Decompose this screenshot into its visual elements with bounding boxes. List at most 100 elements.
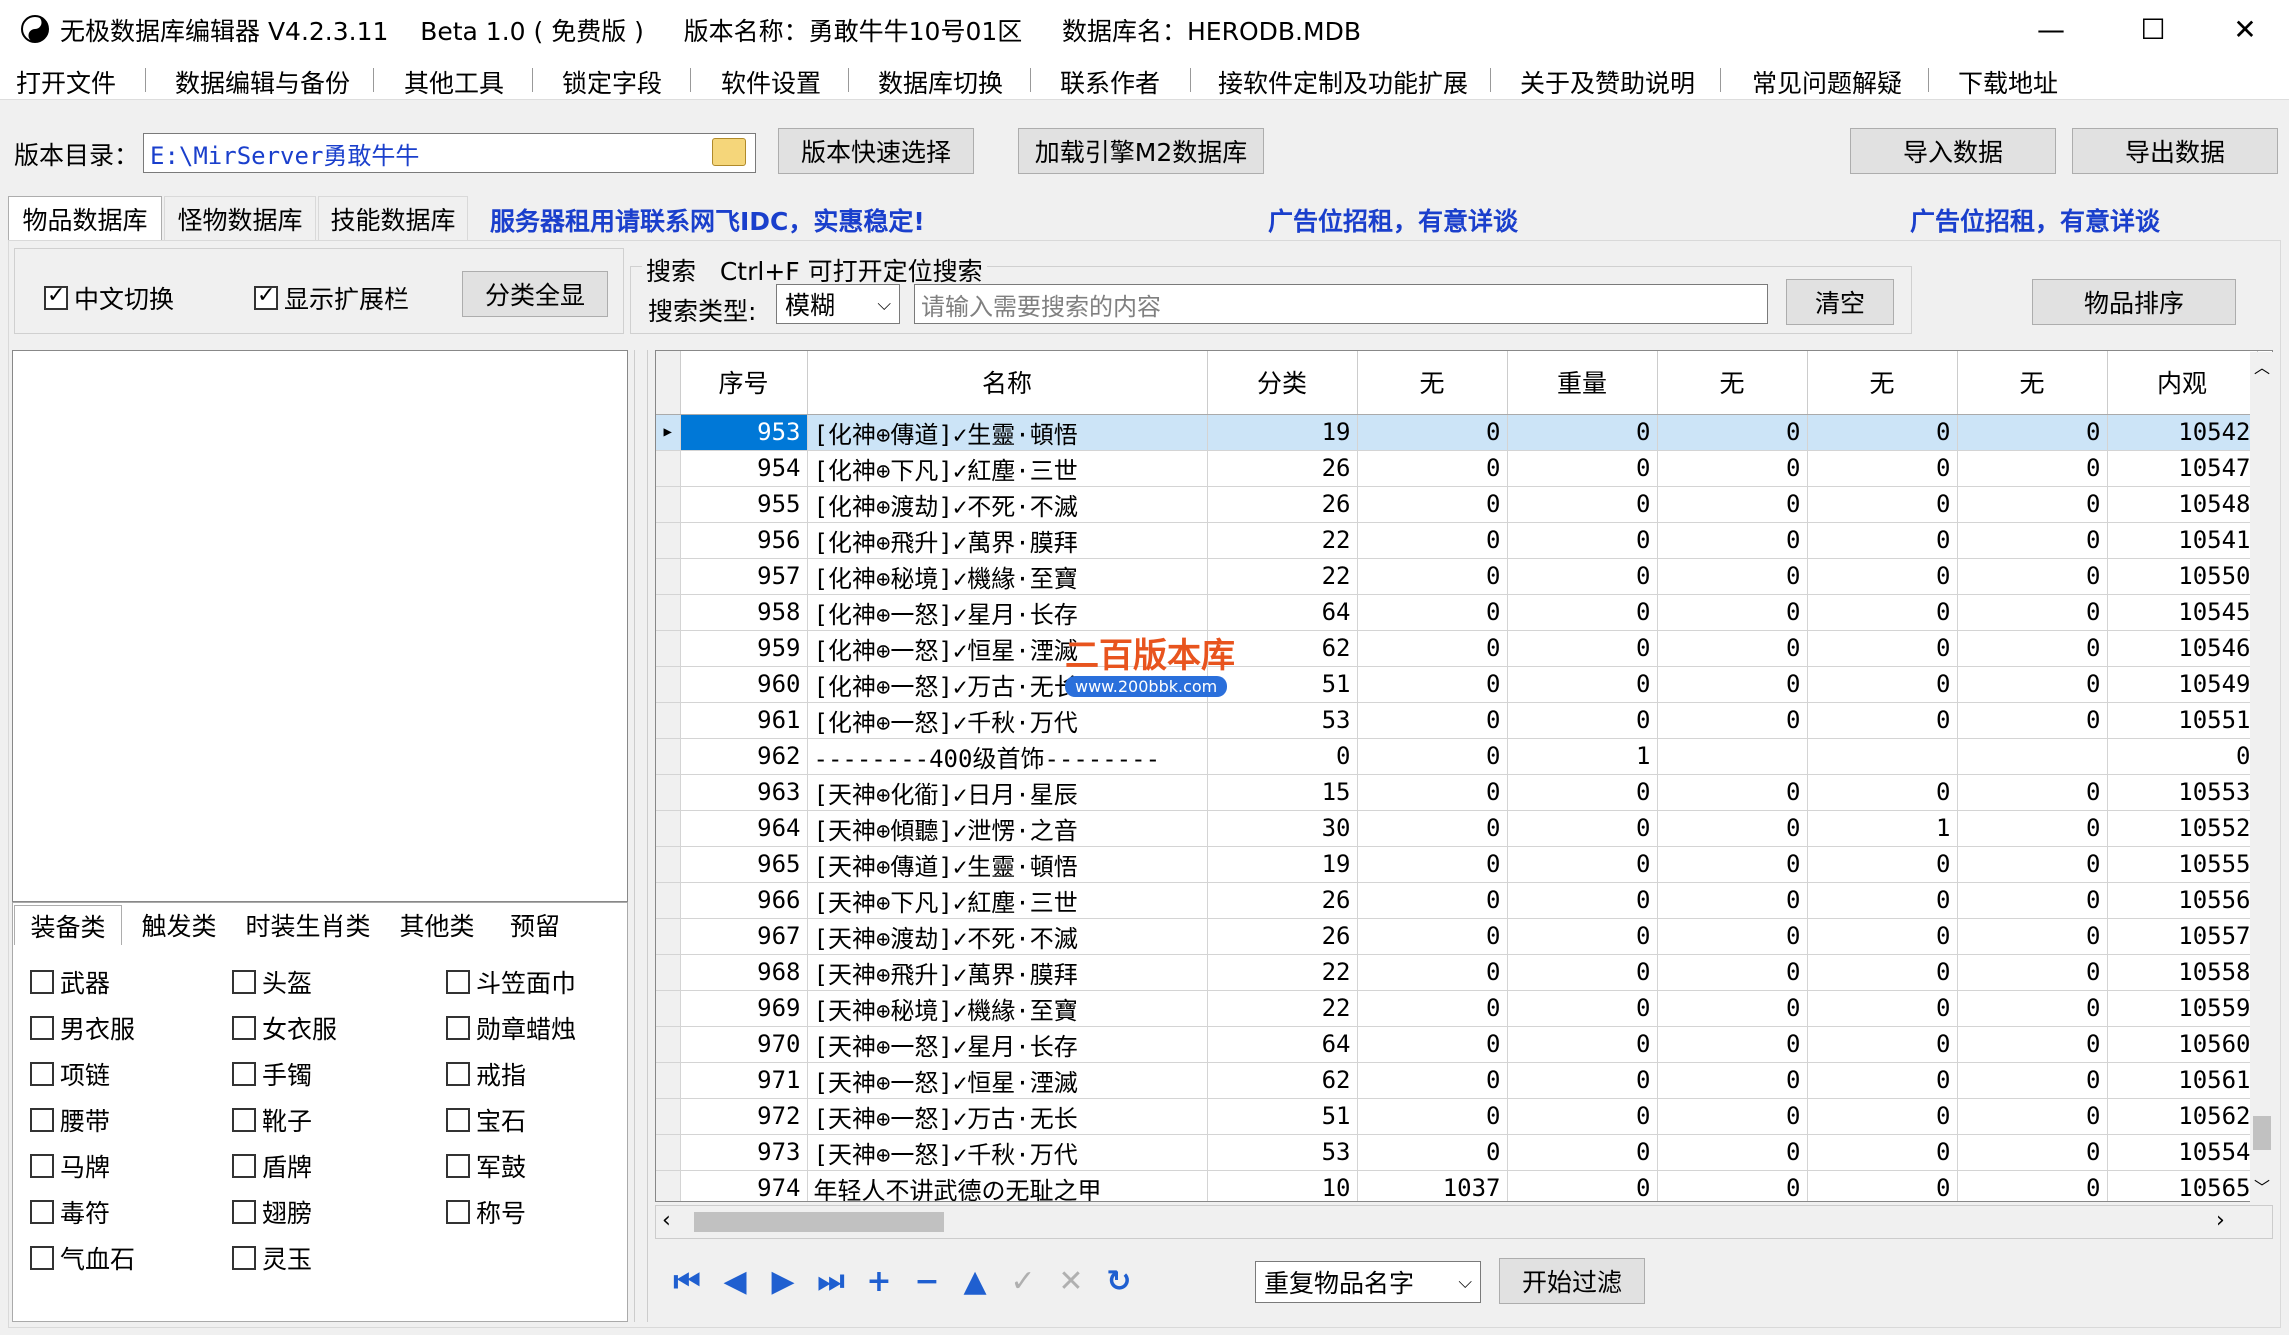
checkbox-box[interactable] <box>232 1154 256 1178</box>
table-cell[interactable]: [天神⊕秘境]✓機緣·至寶 <box>807 990 1208 1027</box>
menu-open-file[interactable]: 打开文件 <box>16 64 116 100</box>
cat-checkbox-male-armor[interactable]: 男衣服 <box>30 1010 135 1046</box>
table-cell[interactable]: 0 <box>1357 882 1508 919</box>
table-cell[interactable]: 0 <box>1357 990 1508 1027</box>
scroll-right-icon[interactable]: › <box>2216 1208 2225 1233</box>
table-cell[interactable]: 1 <box>1807 810 1958 847</box>
show-all-button[interactable]: 分类全显 <box>462 271 608 317</box>
table-cell[interactable]: 0 <box>1957 522 2108 559</box>
row-indicator[interactable] <box>656 522 681 559</box>
table-row[interactable]: 965 [天神⊕傳道]✓生靈·頓悟 19 0 0 0 0 0 10555 <box>656 846 2258 883</box>
table-cell[interactable]: [化神⊕一怒]✓星月·长存 <box>807 594 1208 631</box>
table-cell[interactable]: 10562 <box>2107 1098 2258 1135</box>
insert-record-icon[interactable]: + <box>859 1263 899 1299</box>
checkbox-box[interactable] <box>446 970 470 994</box>
table-cell[interactable]: 22 <box>1207 558 1358 595</box>
prior-record-icon[interactable]: ◀ <box>715 1263 755 1299</box>
checkbox-box[interactable] <box>232 970 256 994</box>
minimize-button[interactable]: — <box>2005 0 2097 58</box>
table-cell[interactable]: 0 <box>1357 954 1508 991</box>
column-header[interactable]: 内观 <box>2107 351 2258 415</box>
scroll-thumb[interactable] <box>2253 1116 2271 1150</box>
cat-checkbox-weapon[interactable]: 武器 <box>30 964 110 1000</box>
checkbox-box[interactable] <box>446 1200 470 1224</box>
checkbox-box[interactable] <box>30 1246 54 1270</box>
table-row[interactable]: 961 [化神⊕一怒]✓千秋·万代 53 0 0 0 0 0 10551 <box>656 702 2258 739</box>
table-cell[interactable]: 971 <box>680 1062 808 1099</box>
column-header[interactable]: 无 <box>1807 351 1958 415</box>
table-row[interactable]: 972 [天神⊕一怒]✓万古·无长 51 0 0 0 0 0 10562 <box>656 1098 2258 1135</box>
table-cell[interactable]: 0 <box>1807 1062 1958 1099</box>
table-cell[interactable]: 0 <box>1507 450 1658 487</box>
table-cell[interactable]: 973 <box>680 1134 808 1171</box>
table-cell[interactable]: 0 <box>1957 1098 2108 1135</box>
table-cell[interactable]: 0 <box>1507 522 1658 559</box>
table-cell[interactable]: 959 <box>680 630 808 667</box>
table-cell[interactable]: 0 <box>1957 810 2108 847</box>
cat-checkbox-ring[interactable]: 戒指 <box>446 1056 526 1092</box>
table-cell[interactable]: 0 <box>1807 846 1958 883</box>
table-cell[interactable]: 956 <box>680 522 808 559</box>
row-indicator[interactable] <box>656 1062 681 1099</box>
table-cell[interactable]: 0 <box>1357 774 1508 811</box>
row-indicator[interactable] <box>656 594 681 631</box>
table-cell[interactable]: 0 <box>1807 630 1958 667</box>
table-cell[interactable]: 0 <box>1507 702 1658 739</box>
checkbox-box[interactable] <box>232 1108 256 1132</box>
table-cell[interactable]: 953 <box>680 414 808 451</box>
post-record-icon[interactable]: ✓ <box>1003 1263 1043 1299</box>
table-row[interactable]: 956 [化神⊕飛升]✓萬界·膜拜 22 0 0 0 0 0 10541 <box>656 522 2258 559</box>
table-row[interactable]: 969 [天神⊕秘境]✓機緣·至寶 22 0 0 0 0 0 10559 <box>656 990 2258 1027</box>
table-cell[interactable]: 974 <box>680 1170 808 1201</box>
table-cell[interactable]: [化神⊕秘境]✓機緣·至寶 <box>807 558 1208 595</box>
table-cell[interactable]: 0 <box>1357 558 1508 595</box>
edit-record-icon[interactable]: ▲ <box>955 1263 995 1299</box>
row-indicator[interactable] <box>656 1170 681 1201</box>
table-cell[interactable]: 0 <box>1807 1098 1958 1135</box>
table-cell[interactable]: 19 <box>1207 846 1358 883</box>
checkbox-box[interactable] <box>44 283 68 310</box>
table-cell[interactable]: 0 <box>1657 846 1808 883</box>
row-indicator[interactable] <box>656 774 681 811</box>
table-cell[interactable]: 0 <box>1957 954 2108 991</box>
table-cell[interactable]: 10548 <box>2107 486 2258 523</box>
table-cell[interactable]: 0 <box>1957 846 2108 883</box>
table-cell[interactable]: 960 <box>680 666 808 703</box>
table-cell[interactable]: 10556 <box>2107 882 2258 919</box>
promo-text[interactable]: 服务器租用请联系网飞IDC，实惠稳定! <box>490 202 925 238</box>
last-record-icon[interactable]: ⏭ <box>811 1263 851 1299</box>
table-cell[interactable]: 0 <box>1657 1026 1808 1063</box>
splitter[interactable] <box>634 350 648 1322</box>
table-cell[interactable]: 0 <box>1507 1170 1658 1201</box>
dir-field[interactable]: E:\MirServer勇敢牛牛 <box>143 133 756 173</box>
column-header[interactable]: 重量 <box>1507 351 1658 415</box>
row-indicator[interactable] <box>656 450 681 487</box>
table-cell[interactable]: 969 <box>680 990 808 1027</box>
table-row[interactable]: 960 [化神⊕一怒]✓万古·无长 51 0 0 0 0 0 10549 <box>656 666 2258 703</box>
table-cell[interactable]: 0 <box>1507 774 1658 811</box>
checkbox-box[interactable] <box>30 970 54 994</box>
table-cell[interactable]: 0 <box>1357 1062 1508 1099</box>
table-cell[interactable]: 0 <box>1807 954 1958 991</box>
table-cell[interactable]: 0 <box>1507 594 1658 631</box>
table-cell[interactable]: 0 <box>1657 1062 1808 1099</box>
table-row[interactable]: 963 [天神⊕化衜]✓日月·星辰 15 0 0 0 0 0 10553 <box>656 774 2258 811</box>
menu-contact-author[interactable]: 联系作者 <box>1060 64 1160 100</box>
row-indicator[interactable] <box>656 738 681 775</box>
table-row[interactable]: 973 [天神⊕一怒]✓千秋·万代 53 0 0 0 0 0 10554 <box>656 1134 2258 1171</box>
menu-db-switch[interactable]: 数据库切换 <box>878 64 1003 100</box>
current-row-icon[interactable]: ▶ <box>656 414 681 451</box>
column-header[interactable]: 名称 <box>807 351 1208 415</box>
table-cell[interactable]: 19 <box>1207 414 1358 451</box>
menu-lock-fields[interactable]: 锁定字段 <box>562 64 662 100</box>
table-cell[interactable]: 0 <box>1957 414 2108 451</box>
search-type-select[interactable]: 模糊 ⌵ <box>776 284 900 324</box>
table-cell[interactable]: 0 <box>1807 450 1958 487</box>
table-cell[interactable]: 0 <box>1357 810 1508 847</box>
filter-type-select[interactable]: 重复物品名字 ⌵ <box>1255 1261 1481 1303</box>
table-cell[interactable]: 0 <box>1507 918 1658 955</box>
table-cell[interactable]: 10555 <box>2107 846 2258 883</box>
table-cell[interactable]: 10 <box>1207 1170 1358 1201</box>
table-cell[interactable]: 970 <box>680 1026 808 1063</box>
table-cell[interactable]: 0 <box>1507 666 1658 703</box>
